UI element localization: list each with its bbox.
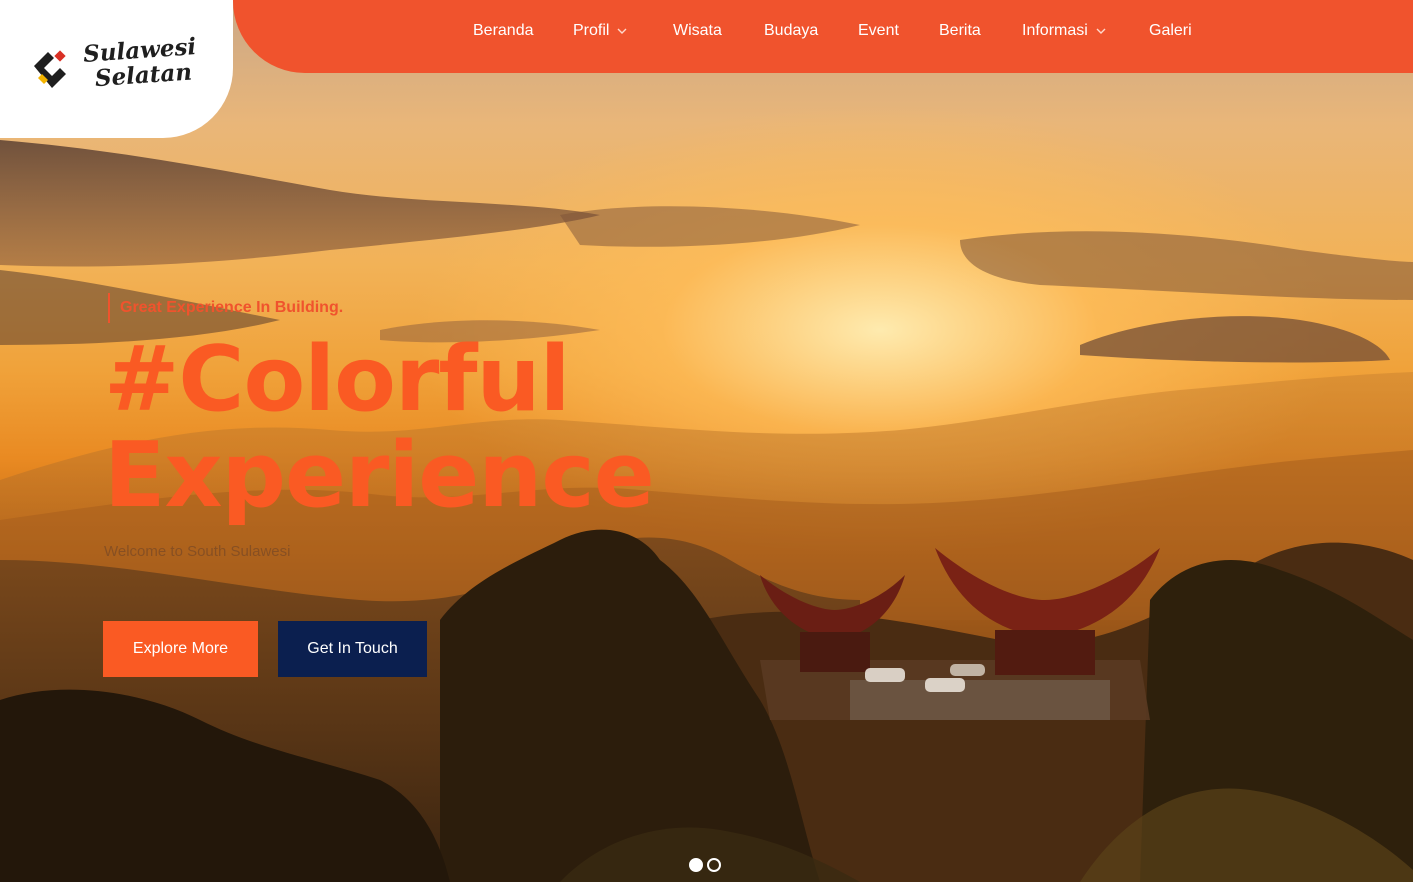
get-in-touch-button[interactable]: Get In Touch: [278, 621, 427, 677]
nav-item-label: Budaya: [764, 22, 819, 39]
slider-pagination: [689, 858, 721, 872]
hero-headline-line-2: Experience: [104, 423, 655, 528]
explore-more-button[interactable]: Explore More: [103, 621, 258, 677]
hero-subtitle: Welcome to South Sulawesi: [104, 543, 291, 560]
nav-item-event[interactable]: Event: [858, 22, 899, 40]
slider-dot-2[interactable]: [707, 858, 721, 872]
nav-item-label: Galeri: [1149, 22, 1192, 39]
nav-item-profil[interactable]: Profil: [573, 22, 627, 40]
nav-item-label: Berita: [939, 22, 981, 39]
nav-item-label: Wisata: [673, 22, 722, 39]
hero-kicker: Great Experience In Building.: [108, 293, 343, 323]
main-navigation: Beranda Profil Wisata Budaya Event Berit…: [233, 0, 1413, 73]
hero-headline-line-1: #Colorful: [104, 327, 570, 432]
logo-line-2: Selatan: [94, 58, 193, 93]
nav-item-label: Informasi: [1022, 22, 1088, 39]
nav-item-berita[interactable]: Berita: [939, 22, 981, 40]
nav-item-budaya[interactable]: Budaya: [764, 22, 818, 40]
nav-item-label: Profil: [573, 22, 610, 39]
chevron-down-icon: [1096, 28, 1106, 34]
nav-item-galeri[interactable]: Galeri: [1149, 22, 1192, 40]
sulawesi-selatan-logo-icon: [34, 50, 66, 88]
nav-item-informasi[interactable]: Informasi: [1022, 22, 1106, 40]
chevron-down-icon: [617, 28, 627, 34]
logo-wordmark: Sulawesi Selatan: [82, 33, 198, 93]
nav-item-label: Event: [858, 22, 899, 39]
nav-item-label: Beranda: [473, 22, 534, 39]
nav-item-beranda[interactable]: Beranda: [473, 22, 534, 40]
nav-item-wisata[interactable]: Wisata: [673, 22, 722, 40]
logo-card[interactable]: Sulawesi Selatan: [0, 0, 233, 138]
hero-headline: #Colorful Experience: [104, 327, 655, 528]
slider-dot-1[interactable]: [689, 858, 703, 872]
